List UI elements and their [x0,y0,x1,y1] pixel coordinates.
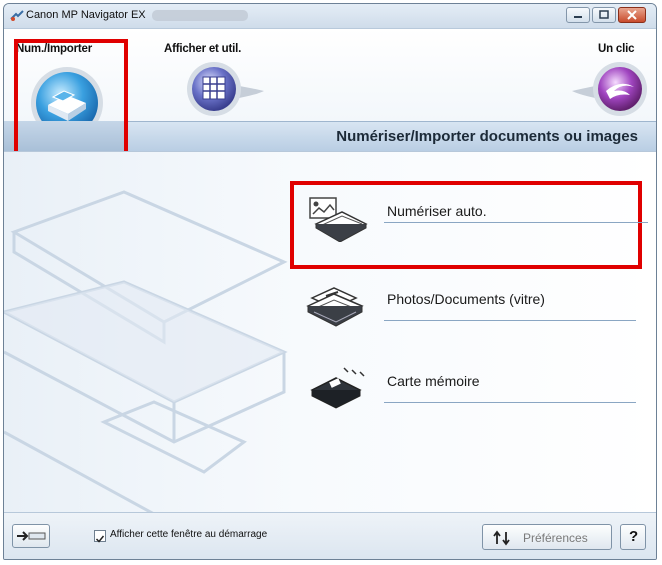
one-click-icon [572,62,647,116]
maximize-icon [599,10,609,19]
active-mode-highlight [14,39,128,169]
memory-card-label: Carte mémoire [387,373,480,389]
title-blurred-text [152,10,248,21]
toggle-view-button[interactable] [12,524,50,548]
bottom-bar: Afficher cette fenêtre au démarrage Préf… [4,512,656,559]
item-divider [384,402,636,403]
grid-view-icon [187,62,264,116]
mode-label-view-use: Afficher et util. [164,43,242,55]
mode-label-one-click: Un clic [598,43,635,55]
preferences-icon [493,530,510,546]
show-on-startup-label: Afficher cette fenêtre au démarrage [110,529,268,540]
preferences-label: Préférences [523,531,588,545]
preferences-button[interactable]: Préférences [482,524,612,550]
platen-photos-label: Photos/Documents (vitre) [387,291,545,307]
platen-photos-icon [306,287,364,327]
minimize-icon [574,16,582,18]
auto-scan-highlight [290,181,642,269]
app-icon [10,10,24,21]
arrow-right-icon [17,531,46,541]
maximize-button[interactable] [592,7,616,23]
item-divider [384,222,648,223]
help-label: ? [629,528,639,545]
content-panel: Numériser auto. Photos/Documents (vitre) [4,151,656,514]
scanner-background-illustration [4,190,288,514]
platen-photos-item[interactable]: Photos/Documents (vitre) [294,280,644,332]
show-on-startup-checkbox[interactable] [94,530,106,543]
memory-card-item[interactable]: Carte mémoire [294,362,644,414]
close-icon [627,10,637,20]
close-button[interactable] [618,7,646,23]
minimize-button[interactable] [566,7,590,23]
memory-card-icon [310,367,365,409]
window-title: Canon MP Navigator EX [26,9,146,21]
title-bar[interactable]: Canon MP Navigator EX [4,4,656,29]
app-window: Canon MP Navigator EX Num./Importer Affi… [3,3,657,560]
checkmark-icon [95,535,105,543]
help-button[interactable]: ? [620,524,646,550]
header-band: Numériser/Importer documents ou images [128,121,656,152]
item-divider [384,320,636,321]
section-title: Numériser/Importer documents ou images [336,128,638,145]
